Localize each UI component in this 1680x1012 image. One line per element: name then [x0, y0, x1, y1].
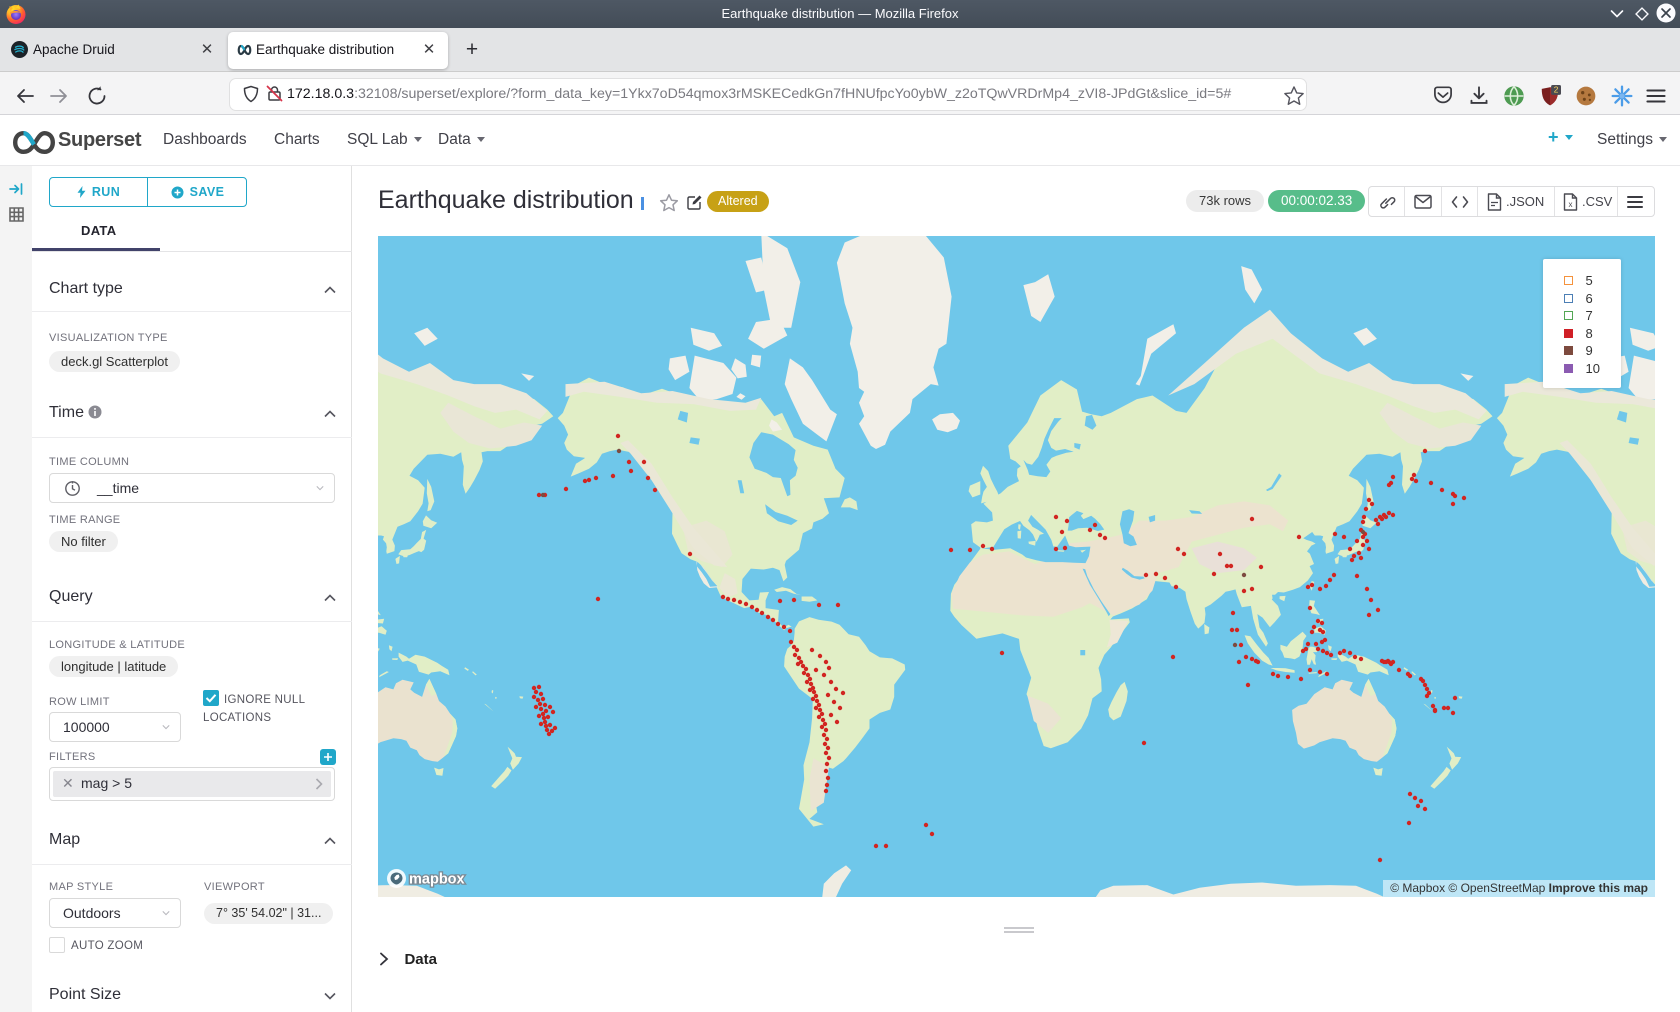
svg-text:2: 2	[1554, 86, 1559, 95]
svg-text:x: x	[1569, 200, 1573, 209]
svg-text:mapbox: mapbox	[409, 872, 465, 888]
